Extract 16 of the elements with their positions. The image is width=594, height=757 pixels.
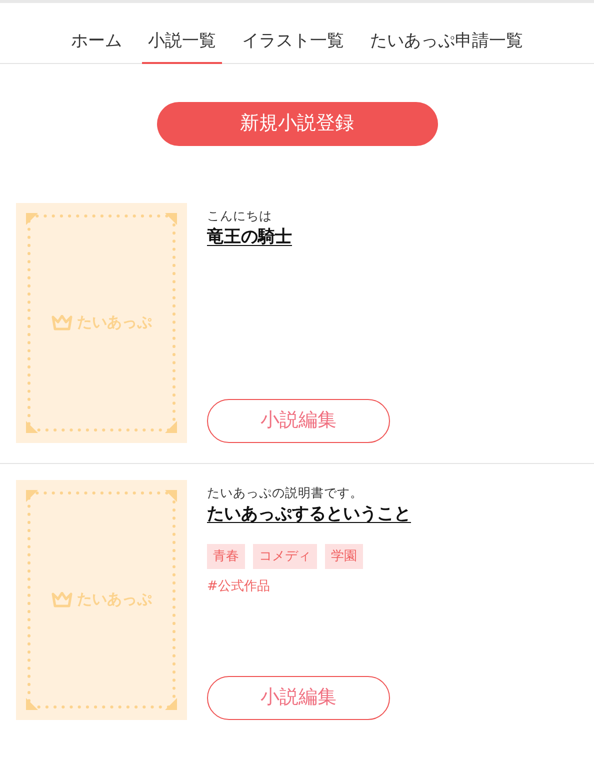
crown-icon xyxy=(51,314,73,330)
nav-tab[interactable]: イラスト一覧 xyxy=(236,26,350,64)
genre-tag: 学園 xyxy=(325,544,363,570)
crown-icon xyxy=(51,592,73,608)
nav-tab[interactable]: たいあっぷ申請一覧 xyxy=(364,26,529,64)
novel-title-link[interactable]: 竜王の騎士 xyxy=(207,227,292,248)
genre-tag: 青春 xyxy=(207,544,245,570)
novel-description: こんにちは xyxy=(207,206,273,224)
novel-description: たいあっぷの説明書です。 xyxy=(207,484,364,502)
nav-tab[interactable]: ホーム xyxy=(65,26,128,64)
hashtag: #公式作品 xyxy=(207,578,270,596)
logo-text: たいあっぷ xyxy=(77,312,152,334)
genre-tag: コメディ xyxy=(253,544,317,570)
nav-tab[interactable]: 小説一覧 xyxy=(142,26,222,64)
novel-title-link[interactable]: たいあっぷするということ xyxy=(207,504,411,524)
logo-text: たいあっぷ xyxy=(77,589,152,610)
